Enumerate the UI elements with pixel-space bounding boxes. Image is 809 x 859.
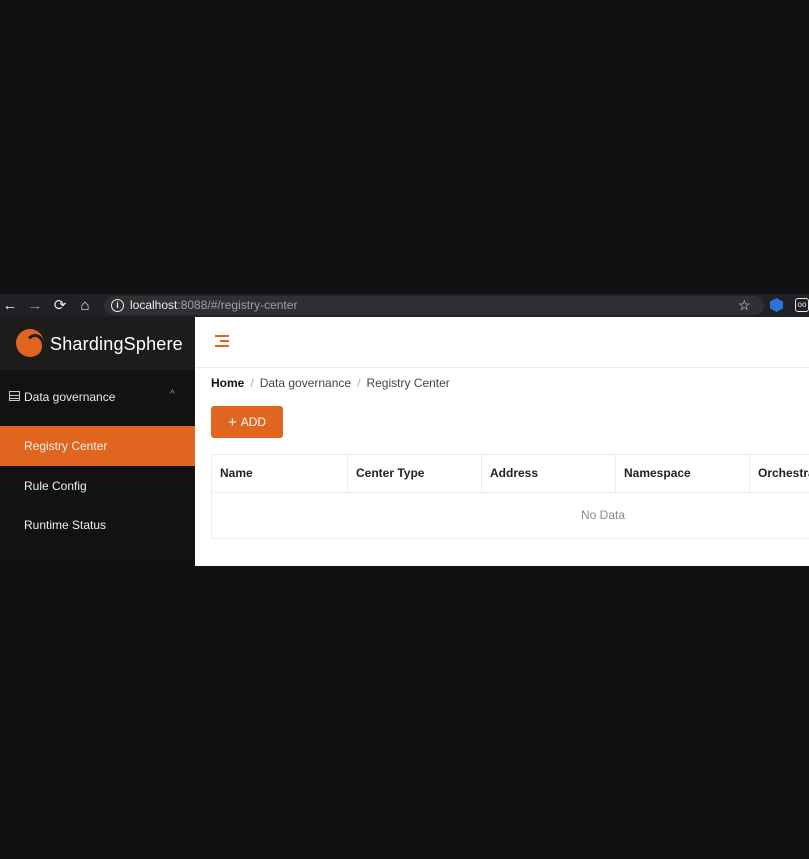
column-header-name: Name [212,455,348,492]
url-path: :8088/#/registry-center [177,298,298,312]
column-header-address: Address [482,455,616,492]
sidebar-item-label: Registry Center [24,439,108,453]
reload-icon[interactable]: ⟳ [51,297,69,314]
column-header-namespace: Namespace [616,455,750,492]
url-host: localhost [130,298,178,312]
url-text[interactable]: localhost:8088/#/registry-center [130,299,297,312]
chevron-up-icon: ^ [170,389,175,400]
logo[interactable]: ShardingSphere [0,317,195,370]
column-header-center-type: Center Type [348,455,482,492]
info-icon[interactable]: i [111,299,124,312]
breadcrumb: Home / Data governance / Registry Center [211,376,450,390]
sidebar-item-runtime-status[interactable]: Runtime Status [0,505,195,545]
extension-2-icon[interactable]: oo [795,298,809,312]
sidebar: ShardingSphere Data governance ^ Registr… [0,317,195,566]
menu-fold-icon[interactable] [215,334,229,348]
main-content: Home / Data governance / Registry Center + AD… [195,317,809,566]
shardingsphere-logo-icon [16,329,44,357]
home-icon[interactable]: ⌂ [76,297,94,314]
menu-group-label: Data governance [24,390,116,404]
screenshot-area: ← → ⟳ ⌂ i localhost:8088/#/registry-cent… [0,294,809,566]
add-button[interactable]: + ADD [211,406,283,438]
registry-table: Name Center Type Address Namespace Orche… [211,454,809,539]
forward-arrow-icon[interactable]: → [26,297,44,314]
breadcrumb-registry-center: Registry Center [366,376,450,390]
header-bar [195,317,809,368]
breadcrumb-separator: / [250,376,254,390]
extension-icon[interactable] [770,298,783,312]
bookmark-star-icon[interactable]: ☆ [738,297,751,313]
sidebar-item-registry-center[interactable]: Registry Center [0,426,195,466]
breadcrumb-separator: / [357,376,361,390]
breadcrumb-data-governance[interactable]: Data governance [260,376,351,390]
browser-toolbar: ← → ⟳ ⌂ i localhost:8088/#/registry-cent… [0,294,809,317]
address-bar[interactable]: i localhost:8088/#/registry-center [104,296,764,315]
add-button-label: ADD [240,415,267,429]
logo-text: ShardingSphere [50,334,183,354]
table-icon [9,391,20,401]
sidebar-item-label: Runtime Status [24,518,107,532]
empty-state-text: No Data [580,508,626,522]
table-header: Name Center Type Address Namespace Orche… [212,455,809,493]
sidebar-item-label: Rule Config [24,479,87,493]
back-arrow-icon[interactable]: ← [1,297,19,314]
menu-group-data-governance[interactable]: Data governance ^ [0,370,195,423]
column-header-orchestration: Orchestra [758,466,809,480]
sidebar-item-rule-config[interactable]: Rule Config [0,466,195,506]
breadcrumb-home[interactable]: Home [211,376,244,390]
plus-icon: + [227,414,237,431]
